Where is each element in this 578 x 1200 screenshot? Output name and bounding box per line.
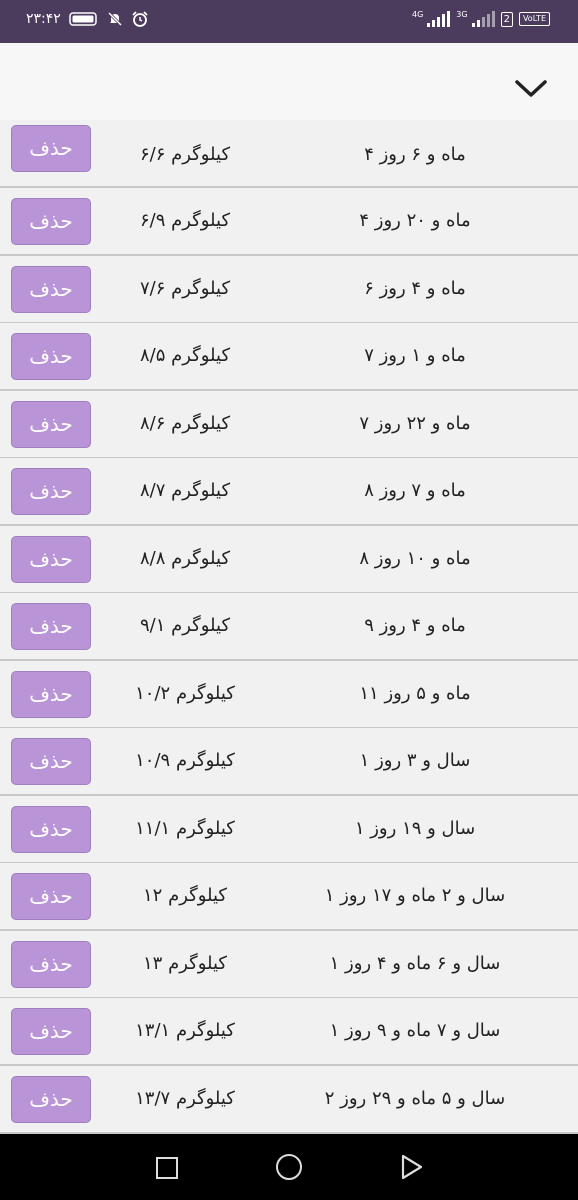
delete-button[interactable]: حذف	[11, 125, 91, 172]
list-item: حذف ۶/۶ کیلوگرم ۴ ماه و ۶ روز	[0, 120, 578, 188]
delete-button[interactable]: حذف	[11, 671, 91, 718]
list-item: حذف ۶/۹ کیلوگرم ۴ ماه و ۲۰ روز	[0, 188, 578, 256]
list-item: حذف ۹/۱ کیلوگرم ۹ ماه و ۴ روز	[0, 593, 578, 661]
battery-icon	[69, 12, 97, 26]
weight-value: ۷/۶ کیلوگرم	[139, 278, 231, 299]
status-left: ۲۳:۴۲	[26, 11, 149, 27]
delete-button[interactable]: حذف	[11, 266, 91, 313]
weight-value: ۸/۸ کیلوگرم	[139, 548, 231, 569]
delete-button[interactable]: حذف	[11, 941, 91, 988]
weight-value: ۶/۶ کیلوگرم	[139, 144, 231, 165]
age-value: ۴ ماه و ۶ روز	[364, 144, 466, 165]
network-type-2: 3G	[456, 10, 468, 19]
network-type-1: 4G	[411, 10, 424, 19]
weight-value: ۸/۷ کیلوگرم	[139, 480, 231, 501]
weight-value: ۱۰/۹ کیلوگرم	[135, 750, 235, 771]
delete-button[interactable]: حذف	[11, 468, 91, 515]
age-value: ۸ ماه و ۷ روز	[364, 480, 466, 501]
delete-button[interactable]: حذف	[11, 873, 91, 920]
age-value: ۷ ماه و ۲۲ روز	[359, 413, 471, 434]
alarm-icon	[132, 11, 148, 27]
age-value: ۱ سال و ۱۹ روز	[354, 818, 476, 839]
delete-button[interactable]: حذف	[11, 738, 91, 785]
signal-icon	[427, 11, 451, 27]
age-value: ۱ سال و ۲ ماه و ۱۷ روز	[324, 885, 506, 906]
list-item: حذف ۱۰/۹ کیلوگرم ۱ سال و ۳ روز	[0, 728, 578, 796]
list-item: حذف ۱۳ کیلوگرم ۱ سال و ۶ ماه و ۴ روز	[0, 931, 578, 999]
weight-value: ۱۳ کیلوگرم	[143, 953, 227, 974]
status-bar: ۲۳:۴۲ 4G 3G 2 VoLTE	[0, 0, 578, 43]
age-value: ۷ ماه و ۱ روز	[364, 345, 466, 366]
volte-badge: VoLTE	[518, 12, 550, 26]
list-item: حذف ۱۱/۱ کیلوگرم ۱ سال و ۱۹ روز	[0, 796, 578, 864]
list-item: حذف ۱۲ کیلوگرم ۱ سال و ۲ ماه و ۱۷ روز	[0, 863, 578, 931]
age-value: ۸ ماه و ۱۰ روز	[359, 548, 471, 569]
home-icon[interactable]	[276, 1154, 302, 1180]
weight-value: ۱۳/۱ کیلوگرم	[135, 1020, 235, 1041]
weight-value: ۶/۹ کیلوگرم	[139, 210, 231, 231]
delete-button[interactable]: حذف	[11, 333, 91, 380]
age-value: ۲ سال و ۵ ماه و ۲۹ روز	[324, 1088, 506, 1109]
weight-value: ۹/۱ کیلوگرم	[139, 615, 231, 636]
list-item: حذف ۷/۶ کیلوگرم ۶ ماه و ۴ روز	[0, 256, 578, 324]
list-item: حذف ۸/۵ کیلوگرم ۷ ماه و ۱ روز	[0, 323, 578, 391]
list-item: حذف ۱۳/۱ کیلوگرم ۱ سال و ۷ ماه و ۹ روز	[0, 998, 578, 1066]
list-item: حذف ۸/۶ کیلوگرم ۷ ماه و ۲۲ روز	[0, 391, 578, 459]
age-value: ۱ سال و ۶ ماه و ۴ روز	[329, 953, 501, 974]
weight-value: ۱۳/۷ کیلوگرم	[135, 1088, 235, 1109]
delete-button[interactable]: حذف	[11, 603, 91, 650]
age-value: ۶ ماه و ۴ روز	[364, 278, 466, 299]
weight-list[interactable]: حذف ۶/۶ کیلوگرم ۴ ماه و ۶ روز حذف ۶/۹ کی…	[0, 120, 578, 1134]
age-value: ۱ سال و ۷ ماه و ۹ روز	[329, 1020, 501, 1041]
sim-badge: 2	[500, 11, 513, 27]
navigation-bar	[0, 1134, 578, 1200]
age-value: ۴ ماه و ۲۰ روز	[359, 210, 471, 231]
list-item: حذف ۸/۷ کیلوگرم ۸ ماه و ۷ روز	[0, 458, 578, 526]
delete-button[interactable]: حذف	[11, 1076, 91, 1123]
clock: ۲۳:۴۲	[26, 11, 61, 27]
chevron-down-icon[interactable]	[512, 77, 550, 101]
list-item: حذف ۸/۸ کیلوگرم ۸ ماه و ۱۰ روز	[0, 526, 578, 594]
list-item: حذف ۱۰/۲ کیلوگرم ۱۱ ماه و ۵ روز	[0, 661, 578, 729]
delete-button[interactable]: حذف	[11, 806, 91, 853]
delete-button[interactable]: حذف	[11, 1008, 91, 1055]
delete-button[interactable]: حذف	[11, 198, 91, 245]
delete-button[interactable]: حذف	[11, 401, 91, 448]
weight-value: ۱۱/۱ کیلوگرم	[135, 818, 235, 839]
weight-value: ۸/۶ کیلوگرم	[139, 413, 231, 434]
delete-button[interactable]: حذف	[11, 536, 91, 583]
weight-value: ۱۰/۲ کیلوگرم	[135, 683, 235, 704]
status-right: 4G 3G 2 VoLTE	[412, 11, 550, 27]
age-value: ۹ ماه و ۴ روز	[364, 615, 466, 636]
back-icon[interactable]	[400, 1154, 424, 1180]
mute-icon	[107, 11, 122, 27]
age-value: ۱ سال و ۳ روز	[359, 750, 471, 771]
weight-value: ۱۲ کیلوگرم	[143, 885, 227, 906]
weight-value: ۸/۵ کیلوگرم	[139, 345, 231, 366]
signal-icon-2	[471, 11, 495, 27]
list-item: حذف ۱۳/۷ کیلوگرم ۲ سال و ۵ ماه و ۲۹ روز	[0, 1066, 578, 1134]
age-value: ۱۱ ماه و ۵ روز	[359, 683, 471, 704]
recents-icon[interactable]	[156, 1157, 178, 1179]
